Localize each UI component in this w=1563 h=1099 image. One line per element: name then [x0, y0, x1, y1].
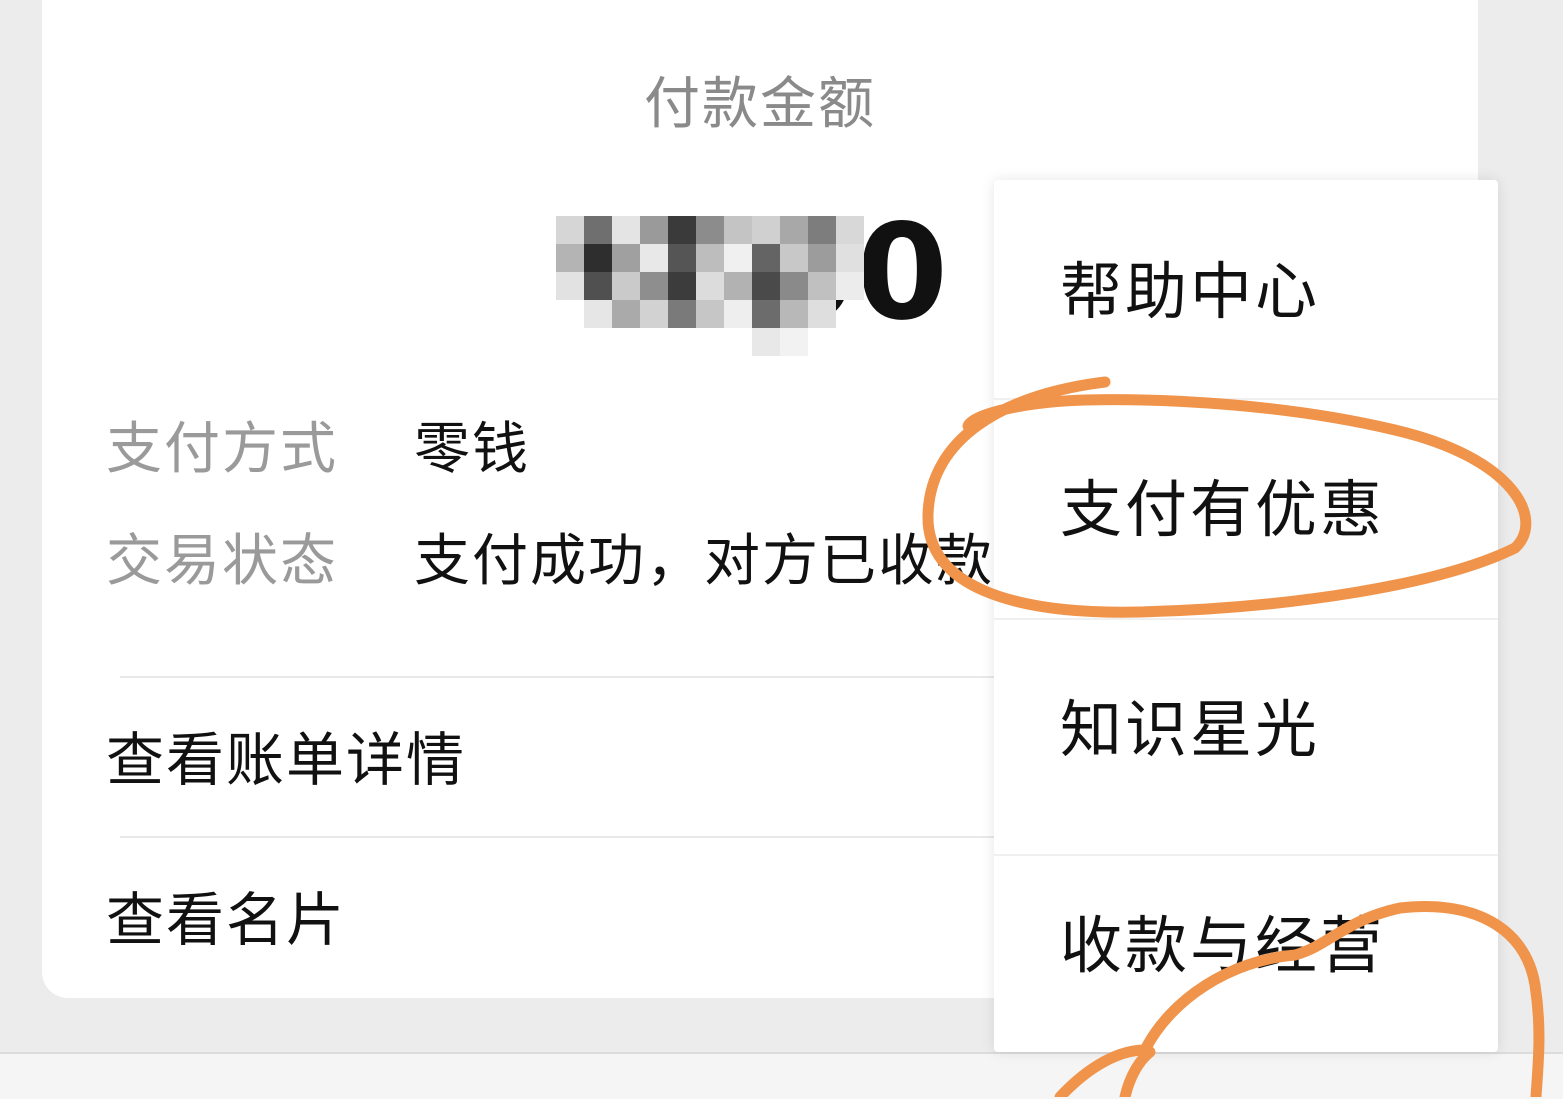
- view-bill-details-link[interactable]: 查看账单详情: [106, 726, 466, 794]
- transaction-status-value: 支付成功，对方已收款: [414, 529, 994, 594]
- more-options-menu: 帮助中心 支付有优惠 知识星光 收款与经营: [994, 180, 1498, 1052]
- menu-item-payment-discounts[interactable]: 支付有优惠: [994, 400, 1498, 618]
- menu-item-label: 帮助中心: [1060, 255, 1321, 328]
- menu-item-label: 支付有优惠: [1060, 473, 1386, 546]
- payment-method-value: 零钱: [414, 417, 530, 482]
- menu-item-collection-and-business[interactable]: 收款与经营: [994, 856, 1498, 1074]
- view-business-card-link[interactable]: 查看名片: [106, 886, 346, 954]
- menu-item-help-center[interactable]: 帮助中心: [994, 180, 1498, 398]
- amount-label: 付款金额: [644, 72, 876, 137]
- transaction-status-row: 交易状态 支付成功，对方已收款: [106, 530, 1006, 594]
- transaction-status-key: 交易状态: [106, 529, 338, 594]
- payment-method-row: 支付方式 零钱: [106, 418, 1006, 482]
- payment-method-key: 支付方式: [106, 417, 338, 482]
- amount-redaction-mosaic: [552, 206, 892, 356]
- menu-item-knowledge-starlight[interactable]: 知识星光: [994, 620, 1498, 838]
- menu-item-label: 收款与经营: [1060, 909, 1386, 982]
- payment-amount: 7.00: [552, 198, 952, 356]
- menu-item-label: 知识星光: [1060, 693, 1321, 766]
